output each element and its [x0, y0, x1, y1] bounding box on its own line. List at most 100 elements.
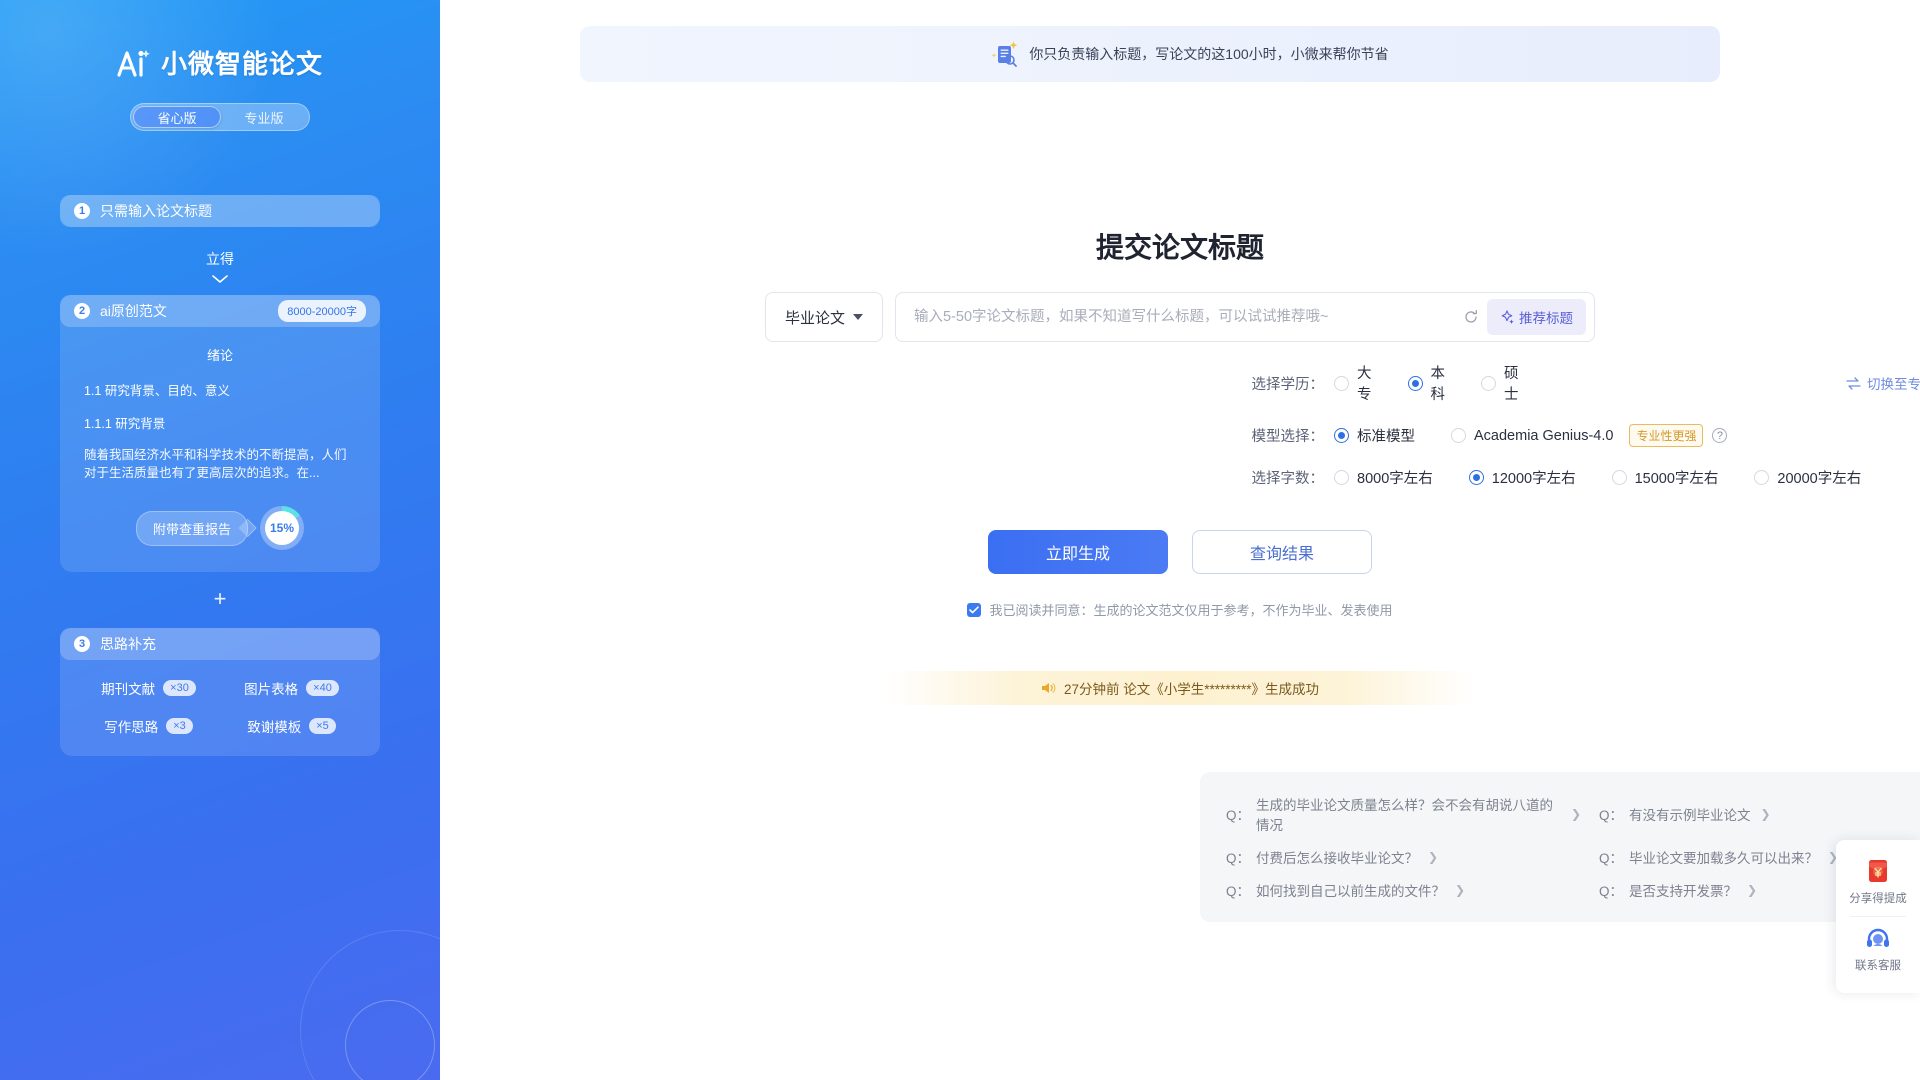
- plagiarism-gauge: 15%: [260, 506, 304, 551]
- doc-preview-title: 绪论: [206, 348, 233, 363]
- page-title: 提交论文标题: [1093, 226, 1267, 272]
- add-section-row: +: [0, 588, 440, 610]
- word-count-option-8000[interactable]: 8000字左右: [1334, 467, 1433, 488]
- dock-item-support[interactable]: 联系客服: [1836, 919, 1920, 981]
- paper-type-select[interactable]: 毕业论文: [765, 292, 883, 342]
- query-result-button[interactable]: 查询结果: [1192, 530, 1372, 574]
- model-row: 模型选择： 标准模型 Academia Genius-4.0 专业性更强 ?: [440, 424, 1920, 447]
- tag-item: 期刊文献 ×30: [101, 678, 196, 698]
- recommend-title-label: 推荐标题: [1519, 311, 1573, 326]
- switch-to-pro-link[interactable]: 切换至专业版、设字数、选提纲: [1846, 373, 1920, 393]
- faq-prefix: Q：: [1226, 851, 1251, 866]
- radio-icon: [1611, 470, 1627, 485]
- tag-item: 致谢模板 ×5: [247, 716, 336, 736]
- faq-item[interactable]: Q： 有没有示例毕业论文 ❯: [1599, 794, 1920, 834]
- question-mark-icon[interactable]: ?: [1712, 428, 1728, 443]
- faq-prefix: Q：: [1599, 884, 1624, 899]
- degree-option-label: 硕士: [1504, 366, 1519, 403]
- search-input[interactable]: [914, 293, 1465, 341]
- decorative-ring-large: [300, 930, 440, 1080]
- faq-item[interactable]: Q： 付费后怎么接收毕业论文？ ❯: [1226, 847, 1581, 867]
- faq-item[interactable]: Q： 如何找到自己以前生成的文件？ ❯: [1226, 880, 1581, 900]
- document-preview: 绪论 1.1 研究背景、目的、意义 1.1.1 研究背景 随着我国经济水平和科学…: [60, 345, 380, 482]
- version-tab-simple[interactable]: 省心版: [133, 106, 221, 128]
- word-count-row: 选择字数： 8000字左右 12000字左右 15000字左右 20000字左右: [440, 467, 1920, 488]
- radio-icon: [1754, 470, 1770, 485]
- radio-icon: [1334, 470, 1349, 485]
- step-1-header: 1 只需输入论文标题: [60, 195, 380, 227]
- tag-label: 致谢模板: [247, 720, 302, 736]
- agreement-checkbox[interactable]: [967, 602, 982, 617]
- red-envelope-icon: [1869, 860, 1887, 882]
- degree-option-label: 本科: [1430, 366, 1446, 403]
- action-buttons: 立即生成 查询结果: [440, 530, 1920, 574]
- tag-label: 期刊文献: [101, 682, 156, 698]
- model-option-label: Academia Genius-4.0: [1474, 427, 1614, 444]
- step-2-number: 2: [74, 303, 90, 319]
- degree-label: 选择学历：: [1251, 376, 1325, 393]
- step-2-word-badge: 8000-20000字: [278, 300, 366, 322]
- switch-arrows-icon: [1846, 376, 1861, 390]
- sidebar-step-3: 3 思路补充 期刊文献 ×30 图片表格 ×40 写作思路 ×3 致谢模板 ×5: [60, 628, 380, 757]
- word-count-option-12000[interactable]: 12000字左右: [1468, 467, 1576, 488]
- step-3-header: 3 思路补充: [60, 628, 380, 661]
- word-count-option-label: 8000字左右: [1357, 471, 1433, 487]
- word-count-option-20000[interactable]: 20000字左右: [1754, 467, 1861, 488]
- model-option-standard[interactable]: 标准模型: [1334, 425, 1415, 446]
- step-2-header: 2 ai原创范文 8000-20000字: [60, 295, 380, 327]
- version-tab-pro[interactable]: 专业版: [221, 106, 307, 128]
- tag-label: 图片表格: [244, 682, 299, 698]
- document-sparkle-icon: [992, 41, 1018, 67]
- faq-question: 付费后怎么接收毕业论文？: [1256, 851, 1419, 866]
- degree-row: 选择学历： 大专 本科 硕士 切换至专: [440, 362, 1920, 404]
- step-3-number: 3: [74, 636, 90, 653]
- faq-prefix: Q：: [1599, 808, 1624, 823]
- main-content: 你只负责输入标题，写论文的这100小时，小微来帮你节省 提交论文标题 毕业论文: [440, 0, 1920, 1080]
- chevron-right-icon: ❯: [1760, 807, 1771, 821]
- step-3-label: 思路补充: [100, 636, 156, 653]
- recommend-title-button[interactable]: 推荐标题: [1487, 299, 1586, 335]
- headset-icon: [1867, 928, 1889, 947]
- chevron-right-icon: ❯: [1747, 883, 1758, 897]
- agreement-text: 我已阅读并同意：生成的论文范文仅用于参考，不作为毕业、发表使用: [989, 603, 1393, 618]
- promo-banner-text: 你只负责输入标题，写论文的这100小时，小微来帮你节省: [1029, 46, 1389, 62]
- speaker-icon: [1041, 683, 1056, 693]
- chevron-right-icon: ❯: [1428, 850, 1439, 864]
- chevron-right-icon: ❯: [1455, 883, 1466, 897]
- faq-question: 是否支持开发票？: [1629, 884, 1738, 899]
- activity-marquee: 27分钟前 论文《小学生*********》生成成功: [885, 671, 1475, 705]
- step-1-subtext: 立得: [206, 251, 234, 267]
- word-count-option-label: 20000字左右: [1777, 471, 1862, 487]
- refresh-icon[interactable]: [1463, 309, 1479, 325]
- step-1-number: 1: [74, 203, 90, 219]
- sidebar-step-2: 2 ai原创范文 8000-20000字 绪论 1.1 研究背景、目的、意义 1…: [60, 295, 380, 573]
- plus-icon[interactable]: +: [214, 588, 227, 610]
- step-1-label: 只需输入论文标题: [100, 203, 212, 219]
- model-label: 模型选择：: [1251, 429, 1325, 445]
- word-count-option-15000[interactable]: 15000字左右: [1611, 467, 1718, 488]
- dock-item-share[interactable]: 分享得提成: [1836, 850, 1920, 914]
- degree-option-college[interactable]: 大专: [1334, 362, 1372, 404]
- degree-option-bachelor[interactable]: 本科: [1407, 362, 1446, 404]
- floating-dock: 分享得提成 联系客服: [1836, 840, 1920, 993]
- sidebar-step-1: 1 只需输入论文标题: [60, 195, 380, 227]
- tag-label: 写作思路: [104, 720, 159, 736]
- generate-button[interactable]: 立即生成: [988, 530, 1168, 574]
- agreement-row: 我已阅读并同意：生成的论文范文仅用于参考，不作为毕业、发表使用: [440, 600, 1920, 619]
- model-option-academia-genius[interactable]: Academia Genius-4.0 专业性更强: [1451, 424, 1704, 447]
- brand-name: 小微智能论文: [160, 49, 323, 79]
- faq-item[interactable]: Q： 生成的毕业论文质量怎么样？会不会有胡说八道的情况 ❯: [1226, 794, 1581, 834]
- version-switch[interactable]: 省心版 专业版: [130, 103, 310, 131]
- degree-option-master[interactable]: 硕士: [1481, 362, 1519, 404]
- chevron-down-icon: [212, 275, 228, 283]
- brand: 小微智能论文: [50, 44, 390, 81]
- word-count-label: 选择字数：: [1251, 471, 1325, 487]
- paper-type-value: 毕业论文: [784, 309, 845, 327]
- plagiarism-report-chip: 附带查重报告: [135, 510, 248, 546]
- page-title-wrap: 提交论文标题: [440, 226, 1920, 272]
- sparkle-icon: [1501, 310, 1514, 324]
- doc-preview-heading-1: 1.1 研究背景、目的、意义: [84, 384, 230, 398]
- faq-question: 毕业论文要加载多久可以出来？: [1629, 851, 1819, 866]
- sidebar: 小微智能论文 省心版 专业版 1 只需输入论文标题 立得 2 ai原创范文 80…: [0, 0, 440, 1080]
- title-input-box: 推荐标题: [895, 292, 1595, 342]
